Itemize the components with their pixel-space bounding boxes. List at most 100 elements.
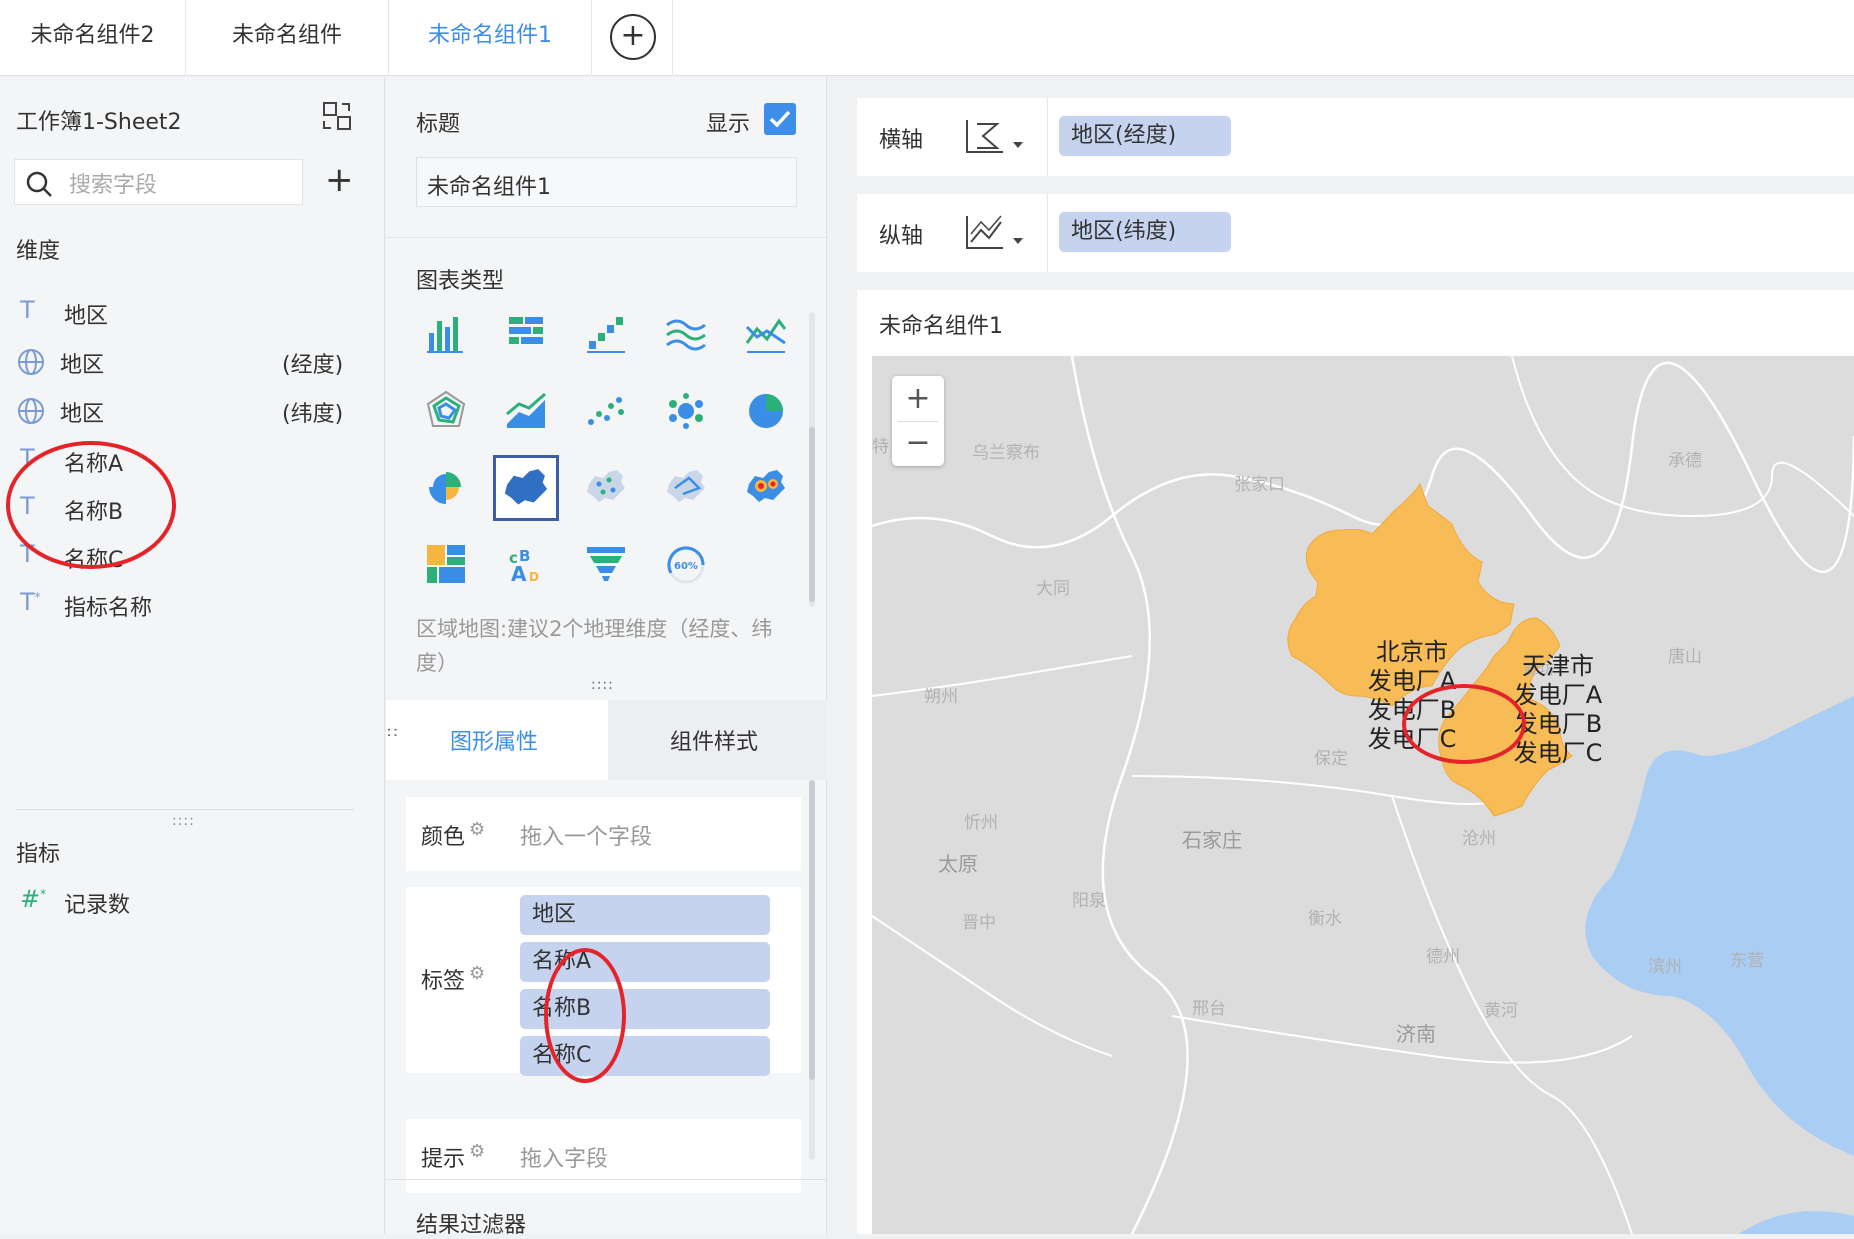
tab-component-style[interactable]: 组件样式	[608, 700, 827, 780]
title-label: 标题	[416, 112, 461, 137]
add-field-button[interactable]: +	[325, 163, 354, 197]
show-title-checkbox[interactable]	[764, 103, 796, 135]
y-axis-pill[interactable]: 地区(纬度)	[1059, 212, 1231, 252]
result-filter-label[interactable]: 结果过滤器	[416, 1207, 526, 1239]
dimension-item[interactable]: 地区 (纬度)	[0, 388, 385, 432]
dimension-item[interactable]: 地区 (经度)	[0, 339, 385, 383]
grouped-bar-chart-icon[interactable]	[499, 307, 553, 361]
tab-component-1[interactable]: 未命名组件1	[389, 0, 592, 76]
search-input[interactable]: 搜索字段	[14, 159, 303, 205]
title-input[interactable]: 未命名组件1	[416, 157, 797, 207]
pill-text: 地区	[532, 902, 577, 927]
field-name: 地区	[60, 353, 105, 378]
field-panel: 工作簿1-Sheet2 搜索字段 + 维度 T 地区 地区 (经度) 地区 (纬…	[0, 77, 385, 1234]
scrollbar-thumb[interactable]	[809, 427, 815, 602]
bubble-chart-icon[interactable]	[659, 384, 713, 438]
region-map-chart-button[interactable]	[493, 455, 559, 521]
waterfall-chart-icon[interactable]	[579, 307, 633, 361]
field-name: 指标名称	[64, 596, 153, 621]
divider	[16, 809, 354, 810]
highlight-circle	[544, 948, 626, 1083]
gauge-chart-icon[interactable]: 60%	[659, 537, 713, 591]
panel-drag-handle[interactable]: ::	[384, 727, 403, 738]
resize-handle[interactable]: ::::	[172, 813, 195, 829]
rose-chart-icon[interactable]	[419, 460, 473, 514]
add-tab-button[interactable]: +	[592, 0, 673, 76]
measure-item[interactable]: #* 记录数	[0, 879, 385, 923]
svg-text:A: A	[511, 562, 527, 586]
tab-label: 未命名组件	[231, 23, 342, 48]
resize-handle[interactable]: ::::	[591, 677, 614, 693]
map-city-label: 黄河	[1484, 1001, 1518, 1021]
color-label: 颜色	[421, 825, 466, 850]
tab-graph-properties[interactable]: 图形属性	[386, 700, 608, 780]
map-view[interactable]: 特 乌兰察布 张家口 承德 大同 朔州 唐山 保定 沧州 忻州 石家庄 太原 阳…	[872, 356, 1854, 1234]
label-pill[interactable]: 地区	[520, 895, 770, 935]
zoom-out-button[interactable]: −	[892, 421, 944, 466]
number-type-icon: #*	[20, 885, 47, 913]
area-line-chart-icon[interactable]	[659, 307, 713, 361]
heat-map-icon[interactable]	[739, 460, 793, 514]
tooltip-label: 提示	[421, 1147, 466, 1172]
gear-icon[interactable]: ⚙	[469, 819, 485, 840]
divider	[386, 1179, 827, 1180]
color-shelf[interactable]: 颜色 ⚙ 拖入一个字段	[406, 797, 801, 871]
x-axis-label: 横轴	[879, 128, 924, 153]
pie-chart-icon[interactable]	[739, 384, 793, 438]
highlight-circle	[6, 441, 176, 569]
flow-map-icon[interactable]	[659, 460, 713, 514]
tooltip-shelf[interactable]: 提示 ⚙ 拖入字段	[406, 1119, 801, 1193]
svg-text:D: D	[529, 570, 539, 584]
tab-component-2[interactable]: 未命名组件2	[0, 0, 186, 76]
show-label: 显示	[706, 112, 751, 137]
dimension-item[interactable]: T 地区	[0, 290, 385, 334]
dimension-item[interactable]: T* 指标名称	[0, 582, 385, 626]
y-axis-type-icon[interactable]	[963, 212, 1029, 252]
tab-bar: 未命名组件2 未命名组件 未命名组件1 +	[0, 0, 1854, 76]
word-cloud-icon[interactable]: c BA D	[499, 537, 553, 591]
search-placeholder: 搜索字段	[69, 173, 158, 198]
svg-text:60%: 60%	[674, 561, 698, 572]
treemap-chart-icon[interactable]	[419, 537, 473, 591]
globe-icon	[18, 398, 44, 424]
point-map-icon[interactable]	[579, 460, 633, 514]
radar-chart-icon[interactable]	[419, 384, 473, 438]
pill-text: 地区(纬度)	[1071, 219, 1177, 244]
map-city-label: 滨州	[1648, 957, 1682, 977]
bar-chart-icon[interactable]	[419, 307, 473, 361]
check-icon	[769, 110, 791, 128]
measure-title: 指标	[16, 842, 61, 867]
map-city-label: 邢台	[1192, 999, 1226, 1019]
chart-type-label: 图表类型	[416, 269, 505, 294]
map-city-label: 大同	[1036, 579, 1070, 599]
field-name: 地区	[64, 304, 109, 329]
search-icon	[26, 171, 52, 197]
scatter-chart-icon[interactable]	[579, 384, 633, 438]
map-city-label: 石家庄	[1182, 828, 1242, 852]
field-suffix: (经度)	[282, 353, 344, 378]
tab-component[interactable]: 未命名组件	[186, 0, 389, 76]
field-suffix: (纬度)	[282, 402, 344, 427]
workbook-name[interactable]: 工作簿1-Sheet2	[16, 104, 182, 136]
zoom-control: + −	[892, 376, 944, 466]
gear-icon[interactable]: ⚙	[469, 963, 485, 984]
calculated-text-icon: T*	[20, 588, 41, 616]
stacked-area-chart-icon[interactable]	[499, 384, 553, 438]
china-map-icon	[504, 469, 548, 505]
map-city-label: 济南	[1396, 1022, 1436, 1046]
divider	[1047, 194, 1048, 272]
map-city-label: 朔州	[924, 687, 958, 707]
scrollbar-thumb[interactable]	[809, 780, 815, 1080]
funnel-chart-icon[interactable]	[579, 537, 633, 591]
y-axis-shelf[interactable]: 纵轴 地区(纬度)	[857, 194, 1854, 272]
switch-dataset-icon[interactable]	[322, 101, 352, 131]
zoom-in-button[interactable]: +	[892, 376, 944, 421]
chart-type-hint: 区域地图:建议2个地理维度（经度、纬度）	[416, 617, 773, 675]
field-name: 地区	[60, 402, 105, 427]
x-axis-shelf[interactable]: 横轴 地区(经度)	[857, 98, 1854, 176]
chart-title: 未命名组件1	[879, 314, 1003, 339]
x-axis-pill[interactable]: 地区(经度)	[1059, 116, 1231, 156]
line-chart-icon[interactable]	[739, 307, 793, 361]
x-axis-type-icon[interactable]	[963, 116, 1029, 156]
gear-icon[interactable]: ⚙	[469, 1141, 485, 1162]
